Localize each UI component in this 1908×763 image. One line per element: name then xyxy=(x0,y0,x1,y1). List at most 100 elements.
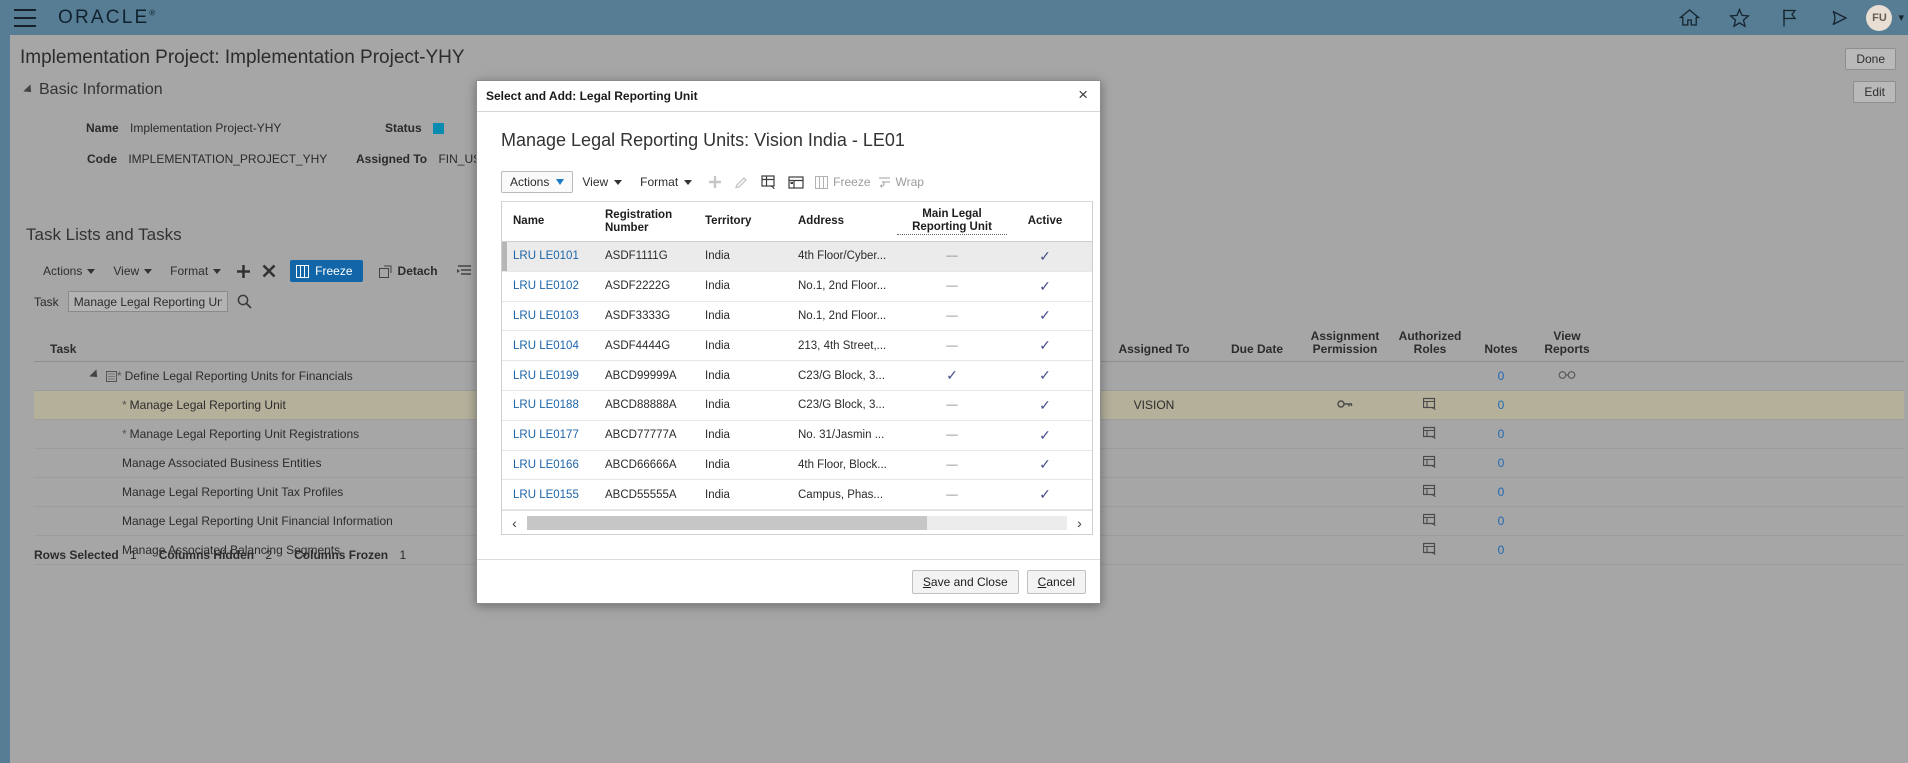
cell-address: No.1, 2nd Floor... xyxy=(798,309,887,322)
chevron-down-icon xyxy=(684,179,693,185)
legal-reporting-unit-link[interactable]: LRU LE0104 xyxy=(513,340,579,352)
table-row[interactable]: LRU LE0102 ASDF2222G India No.1, 2nd Floor.… xyxy=(502,272,1092,302)
cell-registration-number: ASDF1111G xyxy=(605,250,668,263)
dialog-table-body: LRU LE0101 ASDF1111G India 4th Floor/Cyber.… xyxy=(502,241,1092,511)
cancel-button[interactable]: Cancel xyxy=(1026,569,1086,594)
table-row[interactable]: LRU LE0166 ABCD66666A India 4th Floor, Bloc… xyxy=(502,451,1092,481)
cancel-mnemonic: C xyxy=(1037,574,1047,589)
column-header-address[interactable]: Address xyxy=(792,215,897,228)
dialog-view-menu[interactable]: View xyxy=(573,172,631,192)
cell-address: 213, 4th Street,... xyxy=(798,339,887,352)
cell-registration-number: ABCD66666A xyxy=(605,458,677,471)
cell-registration-number: ABCD77777A xyxy=(605,429,677,442)
table-row[interactable]: LRU LE0103 ASDF3333G India No.1, 2nd Floor.… xyxy=(502,302,1092,332)
legal-reporting-unit-link[interactable]: LRU LE0166 xyxy=(513,459,579,471)
legal-reporting-unit-link[interactable]: LRU LE0102 xyxy=(513,280,579,292)
cell-address: No.1, 2nd Floor... xyxy=(798,280,887,293)
save-and-close-button[interactable]: Save and Close xyxy=(911,569,1019,594)
dialog-table-toolbar: Actions View Format Freeze Wrap xyxy=(501,171,1086,193)
cell-name: LRU LE0199 xyxy=(507,370,599,382)
freeze-icon xyxy=(815,175,829,189)
cell-main-legal-reporting-unit: — xyxy=(946,429,958,442)
cell-main-legal-reporting-unit: ✓ xyxy=(946,367,958,384)
cell-main-legal-reporting-unit: — xyxy=(946,488,958,501)
cell-active: ✓ xyxy=(1039,277,1051,294)
scroll-right-icon[interactable]: › xyxy=(1067,515,1092,531)
dialog-format-menu[interactable]: Format xyxy=(631,172,701,192)
cell-active: ✓ xyxy=(1039,247,1051,264)
cell-name: LRU LE0101 xyxy=(507,250,599,262)
cell-name: LRU LE0166 xyxy=(507,459,599,471)
wrap-icon xyxy=(878,176,890,188)
cell-address: Campus, Phas... xyxy=(798,488,884,501)
cell-main-legal-reporting-unit: — xyxy=(946,280,958,293)
dialog-heading: Manage Legal Reporting Units: Vision Ind… xyxy=(501,130,905,150)
cell-name: LRU LE0188 xyxy=(507,399,599,411)
cell-address: C23/G Block, 3... xyxy=(798,369,885,382)
cell-address: No. 31/Jasmin ... xyxy=(798,429,885,442)
column-header-name[interactable]: Name xyxy=(507,215,599,228)
query-by-example-icon[interactable] xyxy=(755,171,782,193)
modal-overlay: Select and Add: Legal Reporting Unit × M… xyxy=(0,0,1908,763)
table-row[interactable]: LRU LE0177 ABCD77777A India No. 31/Jasmin .… xyxy=(502,421,1092,451)
cell-territory: India xyxy=(705,458,730,471)
column-header-active[interactable]: Active xyxy=(1007,215,1083,228)
detach-grid-icon[interactable] xyxy=(782,171,809,193)
dialog-table-header: Name Registration Number Territory Addre… xyxy=(502,202,1092,242)
scrollbar-track[interactable] xyxy=(527,515,1067,530)
legal-reporting-unit-link[interactable]: LRU LE0199 xyxy=(513,370,579,382)
legal-reporting-unit-link[interactable]: LRU LE0188 xyxy=(513,399,579,411)
legal-reporting-unit-link[interactable]: LRU LE0101 xyxy=(513,250,579,262)
dialog-freeze-label: Freeze xyxy=(833,175,871,189)
pencil-icon[interactable] xyxy=(728,171,755,193)
cell-address: 4th Floor/Cyber... xyxy=(798,250,887,263)
cell-territory: India xyxy=(705,309,730,322)
dialog-freeze-button[interactable]: Freeze xyxy=(815,175,871,189)
cell-name: LRU LE0102 xyxy=(507,280,599,292)
table-row[interactable]: LRU LE0188 ABCD88888A India C23/G Block, 3.… xyxy=(502,391,1092,421)
cell-name: LRU LE0177 xyxy=(507,429,599,441)
cell-address: 4th Floor, Block... xyxy=(798,458,887,471)
dialog-wrap-button[interactable]: Wrap xyxy=(877,175,924,189)
cell-active: ✓ xyxy=(1039,337,1051,354)
column-header-territory[interactable]: Territory xyxy=(699,215,792,228)
cell-name: LRU LE0155 xyxy=(507,489,599,501)
table-row[interactable]: LRU LE0104 ASDF4444G India 213, 4th Street,… xyxy=(502,331,1092,362)
cell-active: ✓ xyxy=(1039,367,1051,384)
cell-main-legal-reporting-unit: — xyxy=(946,339,958,352)
table-row[interactable]: LRU LE0101 ASDF1111G India 4th Floor/Cyber.… xyxy=(502,241,1092,272)
cell-active: ✓ xyxy=(1039,456,1051,473)
dialog-view-label: View xyxy=(582,175,609,189)
cell-main-legal-reporting-unit: — xyxy=(946,399,958,412)
select-and-add-legal-reporting-unit-dialog: Select and Add: Legal Reporting Unit × M… xyxy=(476,80,1101,604)
horizontal-scrollbar[interactable]: ‹ › xyxy=(502,510,1092,535)
column-header-registration-number[interactable]: Registration Number xyxy=(599,209,699,235)
dialog-titlebar: Select and Add: Legal Reporting Unit × xyxy=(477,81,1100,112)
table-row[interactable]: LRU LE0155 ABCD55555A India Campus, Phas...… xyxy=(502,480,1092,511)
legal-reporting-unit-link[interactable]: LRU LE0155 xyxy=(513,489,579,501)
column-header-main-legal-reporting-unit[interactable]: Main Legal Reporting Unit xyxy=(897,208,1007,235)
dialog-actions-menu[interactable]: Actions xyxy=(501,171,574,193)
cell-registration-number: ABCD88888A xyxy=(605,399,677,412)
cell-registration-number: ASDF4444G xyxy=(605,339,671,352)
cell-main-legal-reporting-unit: — xyxy=(946,458,958,471)
plus-icon[interactable] xyxy=(701,171,728,193)
cell-name: LRU LE0103 xyxy=(507,310,599,322)
cell-name: LRU LE0104 xyxy=(507,340,599,352)
scroll-left-icon[interactable]: ‹ xyxy=(502,515,527,531)
close-icon[interactable]: × xyxy=(1074,86,1092,106)
cell-registration-number: ABCD99999A xyxy=(605,369,677,382)
legal-reporting-unit-link[interactable]: LRU LE0103 xyxy=(513,310,579,322)
cell-territory: India xyxy=(705,488,730,501)
dialog-footer: Save and Close Cancel xyxy=(477,559,1100,603)
table-row[interactable]: LRU LE0199 ABCD99999A India C23/G Block, 3.… xyxy=(502,361,1092,391)
cell-territory: India xyxy=(705,429,730,442)
save-and-close-label: ave and Close xyxy=(930,574,1008,589)
cell-territory: India xyxy=(705,250,730,263)
legal-reporting-unit-link[interactable]: LRU LE0177 xyxy=(513,429,579,441)
cell-address: C23/G Block, 3... xyxy=(798,399,885,412)
cell-territory: India xyxy=(705,369,730,382)
dialog-actions-label: Actions xyxy=(510,175,550,189)
scrollbar-thumb[interactable] xyxy=(527,515,927,530)
cancel-label: ancel xyxy=(1046,574,1075,589)
